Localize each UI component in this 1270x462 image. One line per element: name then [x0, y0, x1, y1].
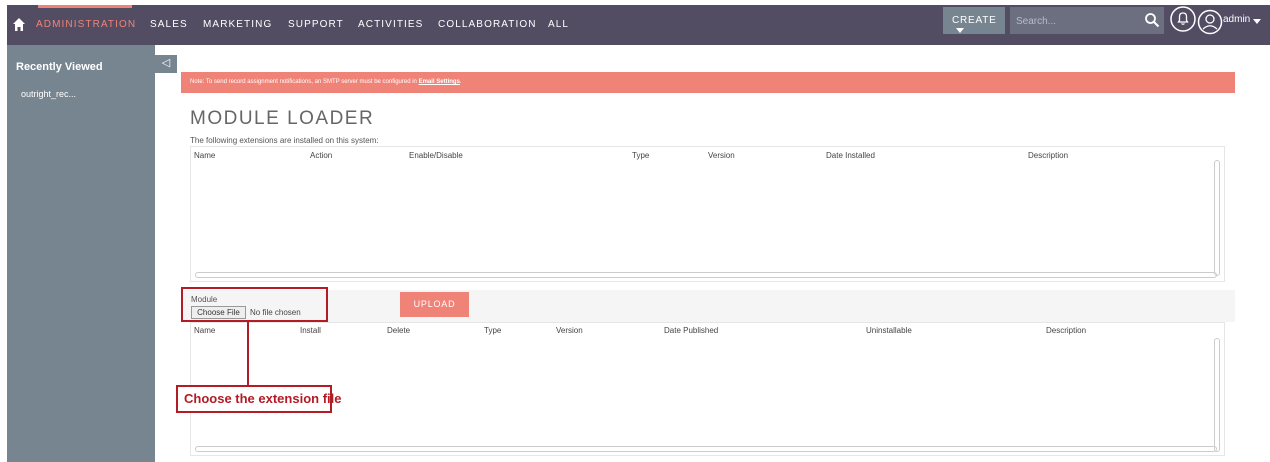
upload-strip: [181, 290, 1235, 322]
sidebar: Recently Viewed outright_rec...: [7, 45, 155, 462]
column-header: Date Installed: [826, 151, 875, 160]
user-icon[interactable]: [1196, 8, 1224, 36]
vertical-scrollbar[interactable]: [1214, 160, 1220, 276]
smtp-notice-banner: Note: To send record assignment notifica…: [181, 72, 1235, 93]
notice-suffix: .: [459, 79, 462, 85]
search-icon[interactable]: [1144, 12, 1160, 28]
nav-collaboration[interactable]: COLLABORATION: [438, 19, 537, 30]
column-header: Name: [194, 151, 216, 160]
annotation-highlight-box: [181, 287, 328, 322]
active-tab-indicator: [38, 5, 132, 8]
chevron-down-icon: [956, 28, 964, 33]
horizontal-scrollbar[interactable]: [195, 272, 1217, 278]
column-header: Type: [484, 326, 502, 335]
column-header: Enable/Disable: [409, 151, 463, 160]
column-header: Version: [556, 326, 583, 335]
collapse-arrow-icon[interactable]: ◁: [155, 55, 177, 73]
horizontal-scrollbar[interactable]: [195, 446, 1217, 452]
column-header: Action: [310, 151, 333, 160]
search-box: [1010, 7, 1164, 34]
nav-sales[interactable]: SALES: [150, 19, 188, 30]
nav-all[interactable]: ALL: [548, 19, 569, 30]
sidebar-item-recent[interactable]: outright_rec...: [21, 89, 76, 99]
column-header: Description: [1046, 326, 1087, 335]
nav-administration[interactable]: ADMINISTRATION: [36, 19, 136, 30]
installed-extensions-table: Name Action Enable/Disable Type Version …: [190, 146, 1225, 282]
column-header: Description: [1028, 151, 1069, 160]
nav-activities[interactable]: ACTIVITIES: [358, 19, 423, 30]
nav-support[interactable]: SUPPORT: [288, 19, 344, 30]
create-button[interactable]: CREATE: [943, 7, 1005, 34]
column-header: Version: [708, 151, 735, 160]
page-title: MODULE LOADER: [190, 108, 375, 129]
chevron-down-icon[interactable]: [1253, 19, 1261, 24]
email-settings-link[interactable]: Email Settings: [419, 79, 460, 85]
vertical-scrollbar[interactable]: [1214, 338, 1220, 452]
upload-button[interactable]: UPLOAD: [400, 292, 469, 317]
nav-marketing[interactable]: MARKETING: [203, 19, 272, 30]
annotation-connector: [247, 322, 249, 385]
create-button-label: CREATE: [952, 15, 997, 26]
column-header: Delete: [387, 326, 411, 335]
column-header: Date Published: [664, 326, 719, 335]
page-subtitle: The following extensions are installed o…: [190, 136, 379, 145]
sidebar-title: Recently Viewed: [16, 61, 103, 73]
annotation-callout: Choose the extension file: [176, 385, 341, 413]
search-input[interactable]: [1016, 13, 1126, 29]
home-icon[interactable]: [12, 17, 26, 33]
column-header: Install: [300, 326, 321, 335]
packages-table: Name Install Delete Type Version Date Pu…: [190, 322, 1225, 456]
bell-icon[interactable]: [1168, 4, 1198, 34]
column-header: Uninstallable: [866, 326, 912, 335]
user-menu-label[interactable]: admin: [1223, 14, 1250, 25]
column-header: Type: [632, 151, 650, 160]
notice-text: Note: To send record assignment notifica…: [190, 79, 419, 85]
column-header: Name: [194, 326, 216, 335]
